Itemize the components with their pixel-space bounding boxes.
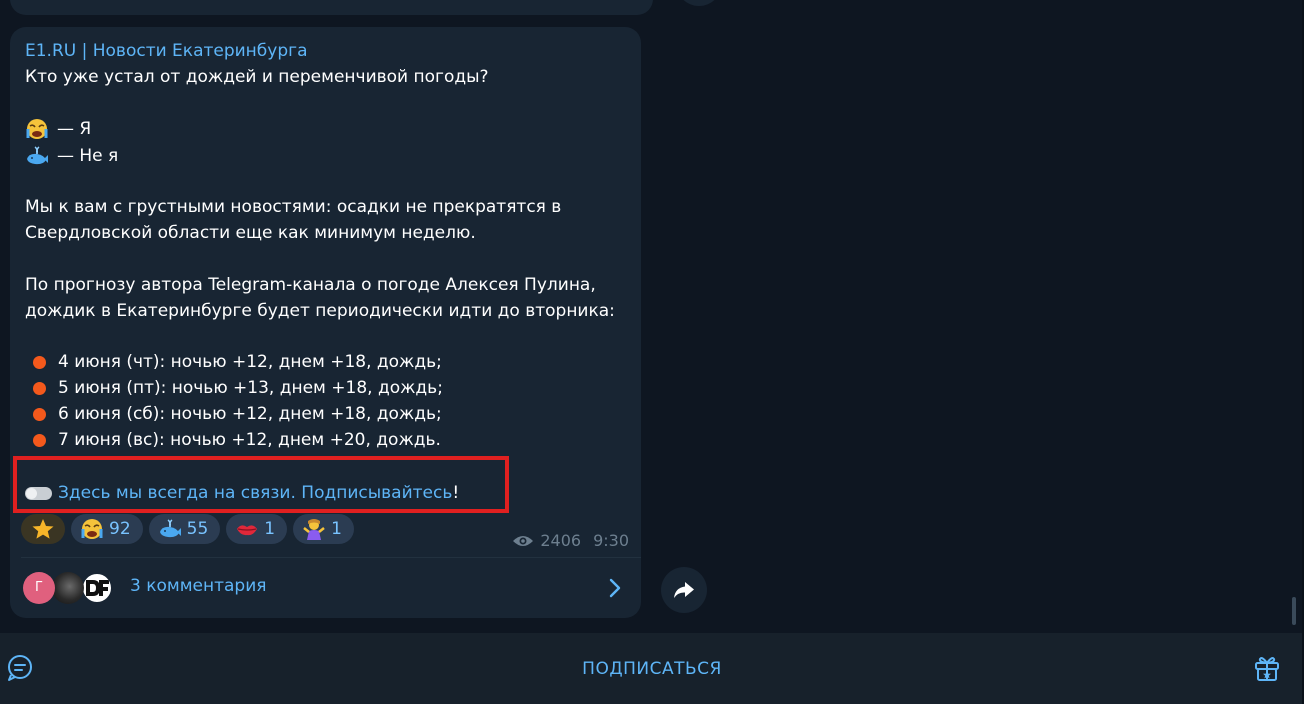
gift-icon[interactable] <box>1252 653 1282 683</box>
avatar-logo-icon <box>86 580 109 596</box>
previous-share-button[interactable] <box>676 0 722 6</box>
forecast-item: 6 июня (сб): ночью +12, днем +18, дождь; <box>25 404 442 424</box>
star-icon <box>32 519 54 539</box>
reaction-count: 92 <box>109 519 131 539</box>
message-text-line: Кто уже устал от дождей и переменчивой п… <box>25 67 489 87</box>
forecast-text: 6 июня (сб): ночью +12, днем +18, дождь; <box>58 404 442 424</box>
bottom-bar: ПОДПИСАТЬСЯ <box>0 633 1304 704</box>
forecast-item: 4 июня (чт): ночью +12, днем +18, дождь; <box>25 352 442 372</box>
subscribe-button[interactable]: ПОДПИСАТЬСЯ <box>0 633 1304 704</box>
subscribe-suffix: ! <box>452 483 460 503</box>
reaction-count: 1 <box>331 519 342 539</box>
forecast-text: 4 июня (чт): ночью +12, днем +18, дождь; <box>58 352 442 372</box>
reaction-shrug[interactable]: 1 <box>293 514 354 544</box>
reaction-count: 55 <box>186 519 209 539</box>
comments-button[interactable]: Г 3 комментария <box>10 558 641 618</box>
chevron-right-icon <box>609 578 621 598</box>
share-button[interactable] <box>661 567 707 613</box>
toggle-icon <box>25 486 52 500</box>
forecast-item: 7 июня (вс): ночью +12, днем +20, дождь. <box>25 430 441 450</box>
poll-option-text: — Не я <box>57 146 119 166</box>
message-text-line: Мы к вам с грустными новостями: осадки н… <box>25 197 562 217</box>
scrollbar-thumb[interactable] <box>1292 597 1296 625</box>
avatar: Г <box>23 572 55 604</box>
subscribe-label: ПОДПИСАТЬСЯ <box>582 658 722 679</box>
whale-icon <box>27 146 48 165</box>
poll-option-me: — Я <box>25 118 91 140</box>
poll-option-not-me: — Не я <box>25 145 118 167</box>
bullet-icon <box>33 407 46 421</box>
poll-option-text: — Я <box>57 119 92 139</box>
crying-face-icon <box>81 519 103 539</box>
message-text-line: дождик в Екатеринбурге будет периодическ… <box>25 301 615 321</box>
forecast-text: 5 июня (пт): ночью +13, днем +18, дождь; <box>58 378 443 398</box>
message-meta: 2406 9:30 <box>512 531 629 550</box>
reaction-count: 1 <box>264 519 276 539</box>
whale-icon <box>159 519 181 538</box>
previous-message-bubble <box>10 0 653 15</box>
shrug-icon <box>303 519 325 540</box>
message-text-line: По прогнозу автора Telegram-канала о пог… <box>25 275 596 295</box>
forecast-item: 5 июня (пт): ночью +13, днем +18, дождь; <box>25 378 443 398</box>
message-bubble: E1.RU | Новости Екатеринбурга Кто уже ус… <box>10 27 641 618</box>
channel-title[interactable]: E1.RU | Новости Екатеринбурга <box>25 41 307 61</box>
kiss-lips-icon <box>237 525 258 536</box>
message-text-line: Свердловской области еще как минимум нед… <box>25 223 476 243</box>
reactions-bar: 92 55 1 1 <box>21 514 354 544</box>
avatar <box>81 572 113 604</box>
eye-icon <box>513 535 534 546</box>
message-time: 9:30 <box>593 531 629 550</box>
reaction-star[interactable] <box>21 514 65 544</box>
share-arrow-icon <box>674 582 694 598</box>
subscribe-link[interactable]: Здесь мы всегда на связи. Подписывайтесь <box>58 483 452 503</box>
bullet-icon <box>33 433 46 447</box>
reaction-crying[interactable]: 92 <box>71 514 143 544</box>
bullet-icon <box>33 381 46 395</box>
reaction-whale[interactable]: 55 <box>148 514 221 544</box>
forecast-text: 7 июня (вс): ночью +12, днем +20, дождь. <box>58 430 441 450</box>
subscribe-line: Здесь мы всегда на связи. Подписывайтесь… <box>25 483 459 503</box>
crying-face-icon <box>26 119 48 139</box>
reaction-kiss[interactable]: 1 <box>226 514 288 544</box>
view-count: 2406 <box>540 531 582 550</box>
comments-label: 3 комментария <box>130 576 267 596</box>
avatar <box>52 572 84 604</box>
bullet-icon <box>33 355 46 369</box>
